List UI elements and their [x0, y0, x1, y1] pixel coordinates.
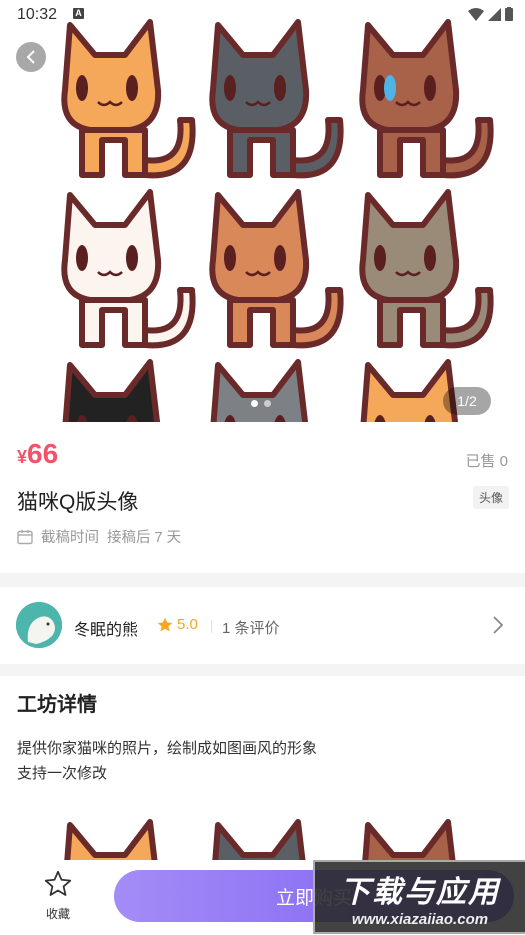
favorite-label: 收藏	[45, 907, 70, 921]
vertical-divider	[211, 620, 212, 633]
product-title: 猫咪Q版头像	[17, 491, 139, 514]
currency-symbol: ¥	[17, 447, 28, 467]
product-gallery[interactable]	[0, 0, 525, 422]
star-icon	[157, 617, 173, 631]
status-time: 10:32	[17, 6, 58, 23]
price-value: 66	[27, 438, 59, 469]
sold-count: 已售 0	[465, 453, 508, 470]
chevron-left-icon	[26, 50, 35, 64]
deadline-row: 截稿时间 接稿后 7 天	[17, 526, 181, 547]
details-title: 工坊详情	[17, 694, 97, 716]
section-divider	[0, 664, 525, 676]
section-divider	[0, 573, 525, 587]
wifi-icon	[468, 7, 484, 21]
page-indicator: 1/2	[443, 387, 491, 415]
status-bar: 10:32 A	[0, 0, 525, 30]
review-count[interactable]: 1 条评价	[222, 617, 280, 638]
watermark-main: 下载与应用	[340, 875, 500, 909]
details-description: 提供你家猫咪的照片，绘制成如图画风的形象 支持一次修改	[17, 736, 317, 786]
signal-icon	[488, 7, 501, 21]
price: ¥66	[17, 438, 58, 470]
description-line: 支持一次修改	[17, 765, 108, 782]
status-icons	[468, 7, 513, 21]
battery-icon	[505, 7, 513, 21]
polar-bear-avatar-icon	[16, 602, 62, 648]
avatar[interactable]	[16, 602, 62, 648]
back-button[interactable]	[16, 42, 46, 72]
gallery-dot	[264, 400, 271, 407]
gallery-dots	[251, 400, 271, 407]
seller-row[interactable]: 冬眠的熊 5.0 1 条评价	[0, 588, 525, 664]
deadline-label: 截稿时间	[41, 530, 99, 546]
cat-artwork-grid	[0, 0, 525, 422]
star-outline-icon	[44, 870, 72, 896]
chevron-right-icon	[493, 616, 503, 634]
rating-value: 5.0	[177, 616, 198, 633]
calendar-icon	[17, 529, 33, 544]
gallery-dot	[251, 400, 258, 407]
notification-icon: A	[73, 8, 84, 19]
seller-name[interactable]: 冬眠的熊	[74, 616, 138, 640]
seller-rating: 5.0	[157, 616, 198, 633]
favorite-button[interactable]: 收藏	[40, 870, 76, 922]
watermark: 下载与应用 www.xiazaiiao.com	[313, 860, 525, 934]
deadline-value: 接稿后 7 天	[107, 530, 182, 546]
watermark-url: www.xiazaiiao.com	[351, 910, 489, 928]
description-line: 提供你家猫咪的照片，绘制成如图画风的形象	[17, 740, 318, 757]
category-tag: 头像	[472, 486, 509, 509]
